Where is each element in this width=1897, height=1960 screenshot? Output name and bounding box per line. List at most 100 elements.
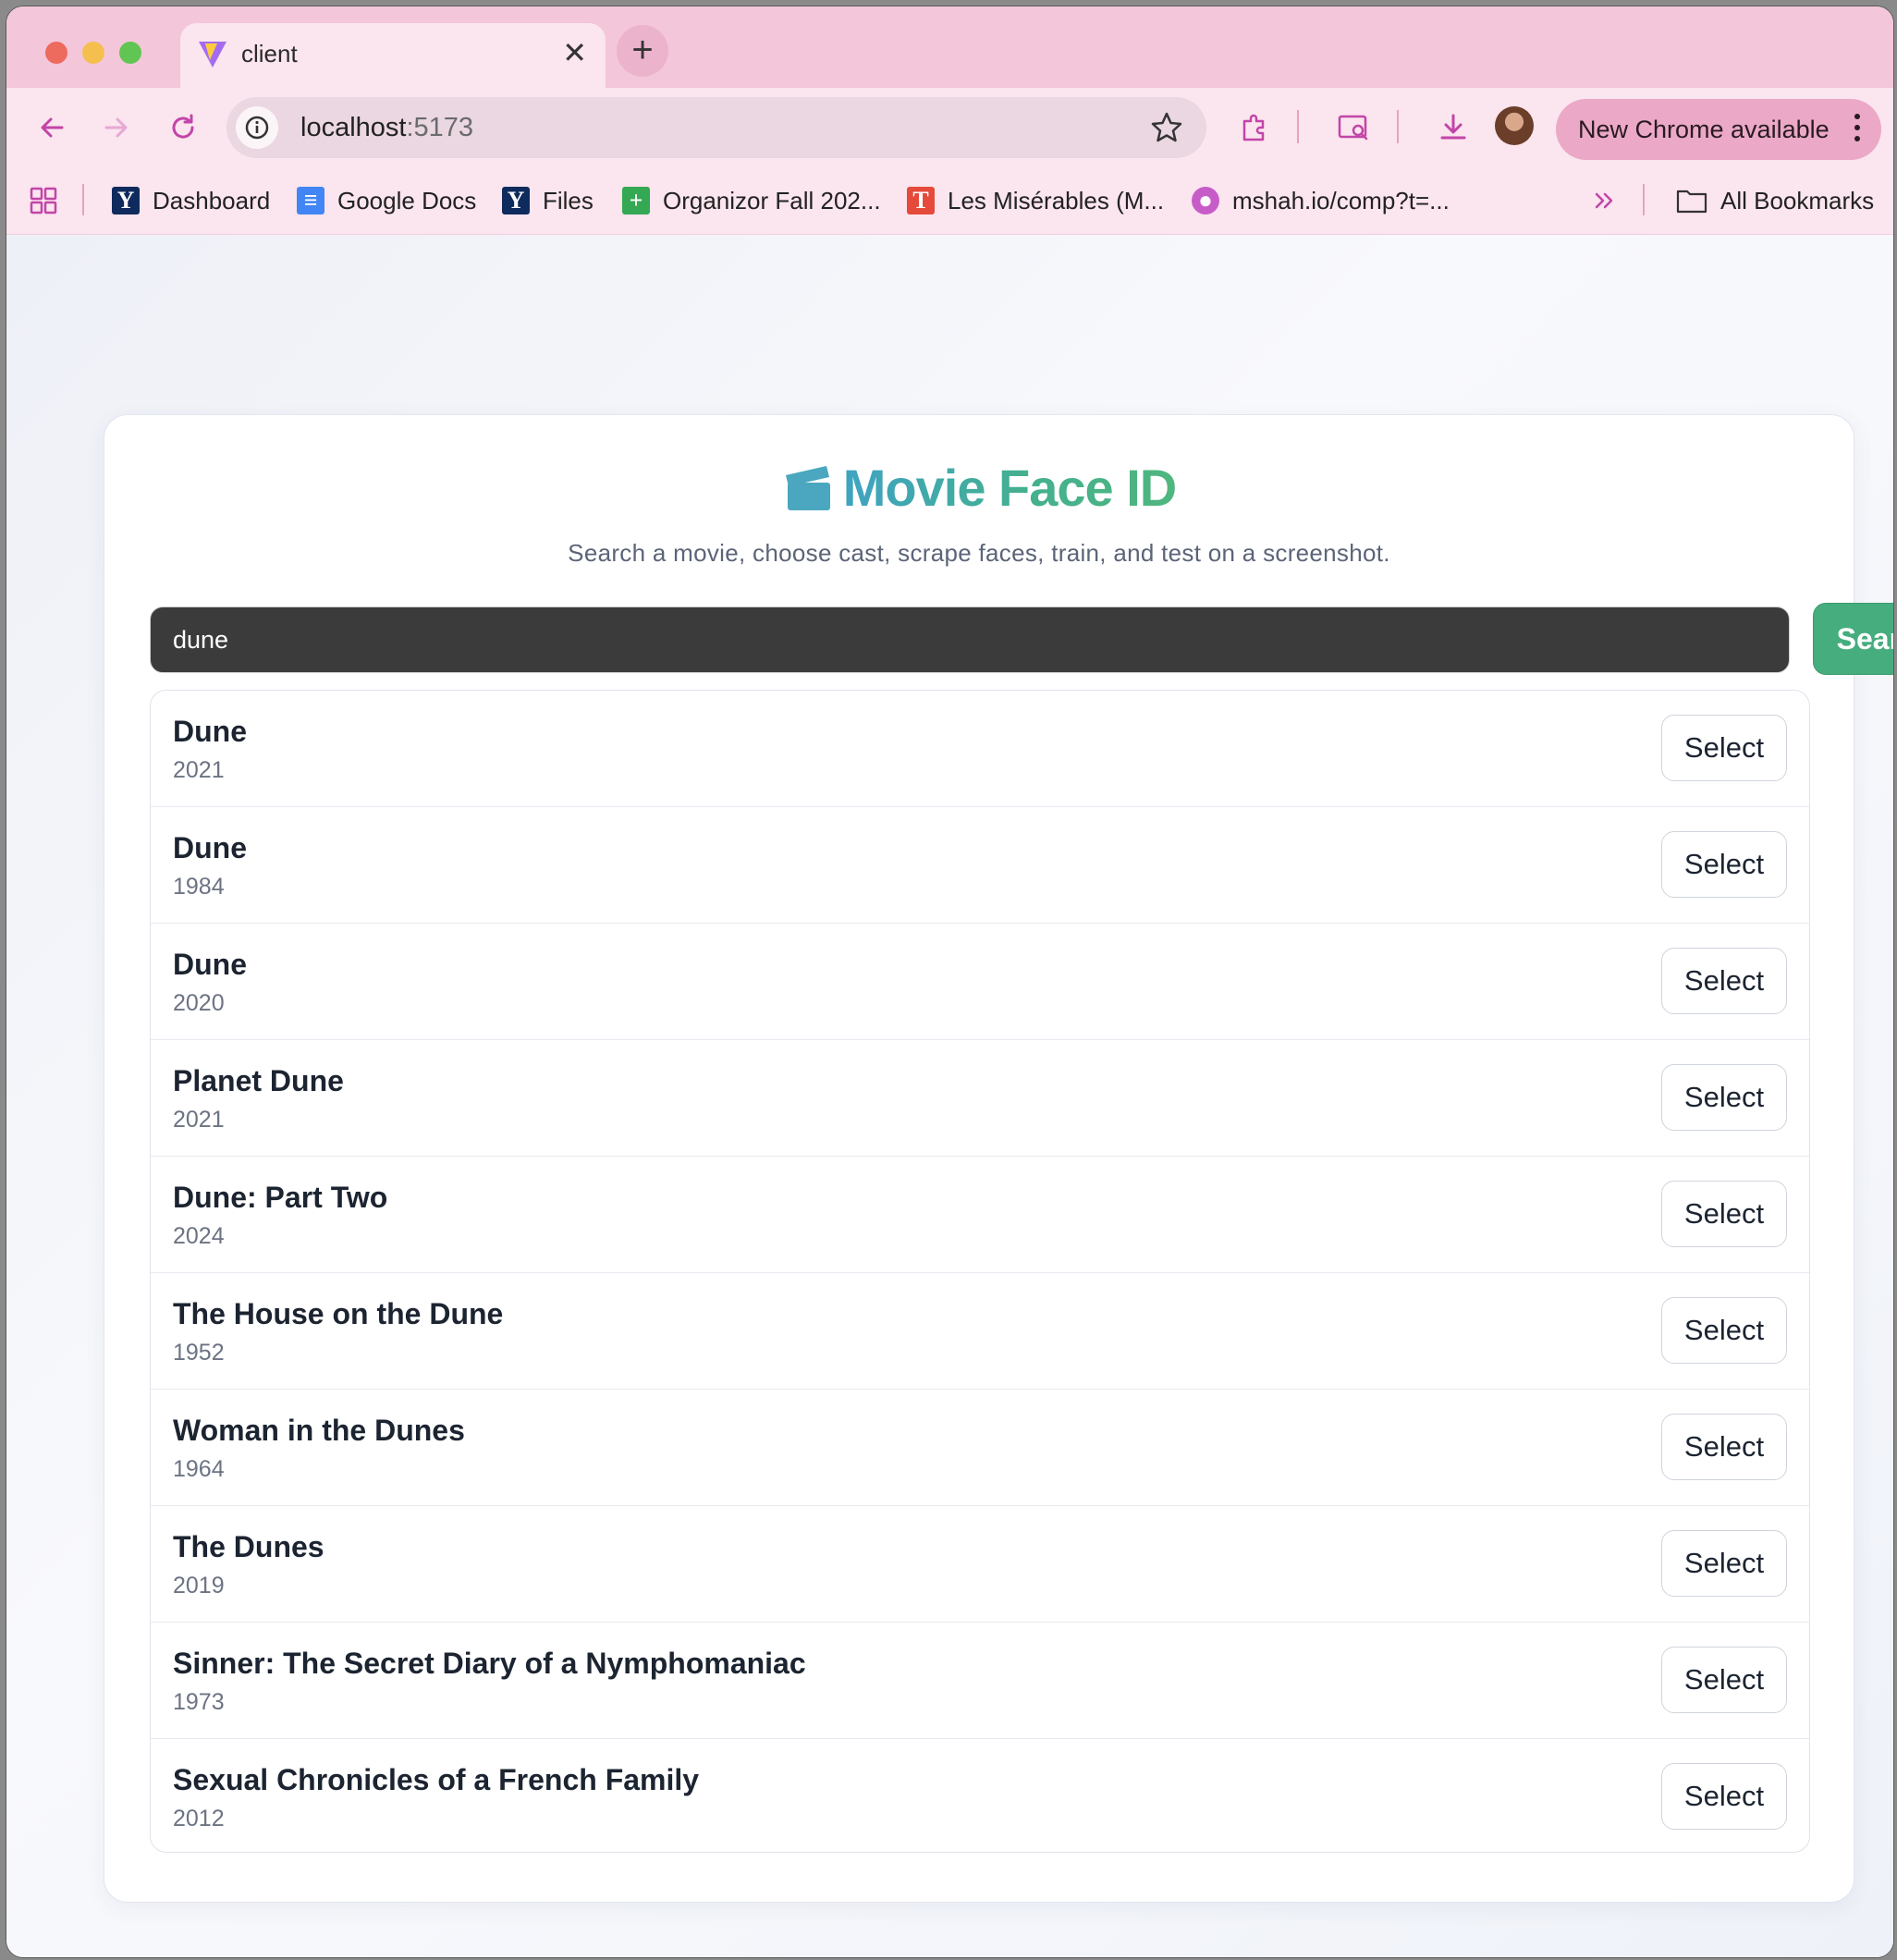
bookmarks-bar: Y Dashboard ≡ Google Docs Y Files + Orga… [6,167,1893,235]
les-miserables-icon: T [907,187,935,214]
movie-title: Dune: Part Two [173,1181,388,1214]
brand-header: Movie Face ID [104,458,1854,522]
result-row: Dune 1984 Select [151,807,1809,924]
back-arrow-icon[interactable] [32,108,71,147]
movie-year: 1952 [173,1340,225,1366]
movie-year: 2012 [173,1806,225,1831]
bookmark-files[interactable]: Y Files [502,182,594,219]
all-bookmarks-button[interactable]: All Bookmarks [1676,182,1874,219]
result-row: Woman in the Dunes 1964 Select [151,1390,1809,1506]
result-row: Sinner: The Secret Diary of a Nymphomani… [151,1623,1809,1739]
select-button[interactable]: Select [1661,1530,1787,1597]
bookmark-les-miserables[interactable]: T Les Misérables (M... [907,182,1164,219]
vite-icon [199,42,226,67]
select-button[interactable]: Select [1661,1647,1787,1713]
reload-icon[interactable] [164,108,202,147]
main-card: Movie Face ID Search a movie, choose cas… [104,414,1893,1903]
site-info-icon[interactable] [236,106,278,149]
movie-year: 2024 [173,1223,225,1249]
movie-title: Sinner: The Secret Diary of a Nymphomani… [173,1647,806,1680]
select-button[interactable]: Select [1661,1763,1787,1830]
browser-window: client ✕ + localhost:5173 New Chrome ava… [6,6,1893,1957]
update-label: New Chrome available [1578,116,1830,143]
select-button[interactable]: Select [1661,715,1787,781]
minimize-window-button[interactable] [82,42,104,64]
apps-grid-icon[interactable] [29,186,58,215]
bookmark-mshah[interactable]: ● mshah.io/comp?t=... [1192,182,1450,219]
bookmark-organizor[interactable]: + Organizor Fall 202... [622,182,881,219]
download-icon[interactable] [1434,108,1473,147]
select-button[interactable]: Select [1661,1297,1787,1364]
toolbar-divider [1297,110,1299,143]
bookmark-dashboard[interactable]: Y Dashboard [112,182,270,219]
new-chrome-available-button[interactable]: New Chrome available [1556,99,1881,160]
search-button[interactable]: Search [1813,603,1893,675]
forward-arrow-icon[interactable] [97,108,136,147]
select-button[interactable]: Select [1661,1181,1787,1247]
movie-title: Dune [173,831,247,864]
result-row: The Dunes 2019 Select [151,1506,1809,1623]
maximize-window-button[interactable] [119,42,141,64]
google-sheets-icon: + [622,187,650,214]
url-host: localhost [300,113,407,142]
extensions-icon[interactable] [1236,108,1275,147]
toolbar-divider [1397,110,1399,143]
movie-year: 1964 [173,1456,225,1482]
bookmark-divider [1643,184,1645,215]
search-results-list: Dune 2021 Select Dune 1984 Select Dune 2020 Sele… [150,690,1810,1853]
browser-toolbar: localhost:5173 New Chrome available [6,88,1893,167]
movie-year: 2021 [173,757,225,783]
chevron-double-right-icon[interactable] [1589,186,1619,215]
app-subtitle: Search a movie, choose cast, scrape face… [568,539,1390,567]
movie-year: 2019 [173,1573,225,1599]
select-button[interactable]: Select [1661,1064,1787,1131]
yale-icon: Y [112,187,140,214]
clapperboard-icon [785,465,830,510]
bookmark-label: Files [543,186,594,214]
movie-title: Sexual Chronicles of a French Family [173,1763,700,1796]
bookmark-label: mshah.io/comp?t=... [1232,186,1450,214]
bookmark-label: Dashboard [153,186,271,214]
new-tab-button[interactable]: + [617,25,668,77]
close-tab-icon[interactable]: ✕ [562,36,587,69]
movie-title: The Dunes [173,1530,324,1563]
url-port: :5173 [406,113,474,142]
select-button[interactable]: Select [1661,1414,1787,1480]
select-button[interactable]: Select [1661,831,1787,898]
url-text: localhost:5173 [300,111,473,144]
address-bar[interactable]: localhost:5173 [226,97,1206,158]
result-row: Dune: Part Two 2024 Select [151,1157,1809,1273]
yale-icon: Y [502,187,530,214]
bookmark-google-docs[interactable]: ≡ Google Docs [297,182,476,219]
globe-icon: ● [1192,187,1219,214]
result-row: Dune 2020 Select [151,924,1809,1040]
bookmark-label: Les Misérables (M... [948,186,1165,214]
movie-year: 1973 [173,1689,225,1715]
result-row: Sexual Chronicles of a French Family 2012… [151,1739,1809,1852]
app-title: Movie Face ID [842,459,1177,517]
all-bookmarks-label: All Bookmarks [1720,186,1875,214]
tab-client[interactable]: client ✕ [180,23,606,88]
movie-title: Woman in the Dunes [173,1414,465,1447]
close-window-button[interactable] [45,42,67,64]
tab-title: client [241,40,298,67]
page-viewport: Movie Face ID Search a movie, choose cas… [6,235,1893,1957]
folder-icon [1676,190,1707,214]
movie-year: 1984 [173,874,225,900]
result-row: Dune 2021 Select [151,691,1809,807]
select-button[interactable]: Select [1661,948,1787,1014]
profile-avatar[interactable] [1495,106,1534,145]
movie-title: Planet Dune [173,1064,344,1097]
movie-title: Dune [173,715,247,748]
menu-kebab-icon[interactable] [1854,114,1861,145]
bookmark-label: Organizor Fall 202... [663,186,881,214]
tab-search-icon[interactable] [1334,108,1373,147]
movie-title: Dune [173,948,247,981]
movie-title: The House on the Dune [173,1297,504,1330]
bookmark-star-icon[interactable] [1149,110,1184,145]
bookmark-divider [82,184,84,215]
google-docs-icon: ≡ [297,187,324,214]
movie-year: 2021 [173,1107,225,1133]
tab-strip: client ✕ + [6,6,1893,88]
movie-search-input[interactable] [150,606,1790,673]
